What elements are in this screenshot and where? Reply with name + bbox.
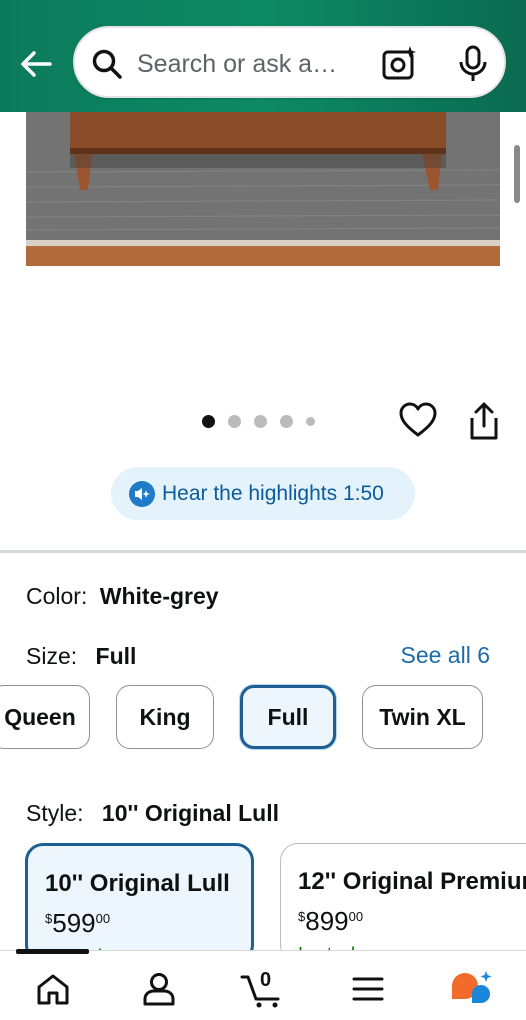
user-icon (143, 973, 175, 1006)
style-option-price: $89900 (298, 906, 364, 936)
size-option-twin-xl[interactable]: Twin XL (362, 685, 483, 749)
nav-menu[interactable] (348, 965, 388, 1013)
style-option-12-original-premium[interactable]: 12'' Original Premium $89900 In stock (280, 843, 526, 963)
size-option-king[interactable]: King (116, 685, 214, 749)
nav-account[interactable] (136, 965, 182, 1013)
size-label: Size: (26, 643, 78, 669)
camera-lens-icon[interactable] (380, 44, 420, 84)
size-value: Full (95, 643, 137, 669)
bottom-navigation-bar: 0 (0, 949, 526, 1020)
color-selector: Color: White-grey (26, 583, 219, 610)
color-label: Color: (26, 583, 88, 609)
hamburger-menu-icon (352, 977, 384, 1001)
audio-sparkle-icon (129, 480, 155, 507)
nav-home[interactable] (30, 965, 76, 1013)
style-option-name: 12'' Original Premium (298, 868, 526, 895)
search-input[interactable]: Search or ask a… (137, 50, 337, 79)
heart-icon[interactable] (398, 400, 438, 440)
style-label: Style: (26, 800, 84, 826)
search-bar[interactable]: Search or ask a… (73, 26, 506, 98)
active-tab-indicator (16, 949, 89, 954)
home-icon (37, 974, 69, 1005)
product-photo (26, 112, 500, 266)
nav-rufus-assistant[interactable] (446, 965, 496, 1013)
product-image-gallery[interactable] (0, 112, 526, 402)
microphone-icon[interactable] (455, 44, 491, 84)
gallery-pagination-dots[interactable] (202, 413, 315, 429)
nav-cart[interactable]: 0 (238, 965, 290, 1013)
hear-highlights-button[interactable]: Hear the highlights 1:50 (111, 467, 415, 520)
back-button[interactable] (16, 44, 56, 84)
search-icon (92, 49, 122, 79)
color-value: White-grey (99, 583, 219, 609)
style-option-name: 10'' Original Lull (45, 870, 230, 897)
back-arrow-icon (21, 51, 52, 77)
top-header: Search or ask a… (0, 0, 526, 112)
gallery-dot[interactable] (280, 414, 293, 428)
style-value: 10'' Original Lull (101, 800, 280, 826)
style-option-10-original-lull[interactable]: 10'' Original Lull $59900 In stock (25, 843, 254, 963)
size-selector: Size: Full (26, 643, 136, 670)
style-option-price: $59900 (45, 908, 111, 938)
gallery-dot[interactable] (202, 414, 215, 428)
gallery-dot[interactable] (228, 414, 241, 428)
style-selector: Style: 10'' Original Lull (26, 800, 279, 827)
rufus-chat-icon (452, 971, 492, 1003)
cart-count-badge: 0 (260, 969, 272, 991)
see-all-sizes-link[interactable]: See all 6 (400, 642, 490, 669)
gallery-dot[interactable] (306, 416, 315, 426)
page-scrollbar[interactable] (514, 145, 520, 203)
size-option-full[interactable]: Full (240, 685, 336, 749)
share-icon[interactable] (466, 400, 502, 442)
section-divider (0, 550, 526, 553)
hear-highlights-label: Hear the highlights 1:50 (162, 481, 384, 505)
gallery-dot[interactable] (254, 414, 267, 428)
size-option-queen[interactable]: Queen (0, 685, 90, 749)
